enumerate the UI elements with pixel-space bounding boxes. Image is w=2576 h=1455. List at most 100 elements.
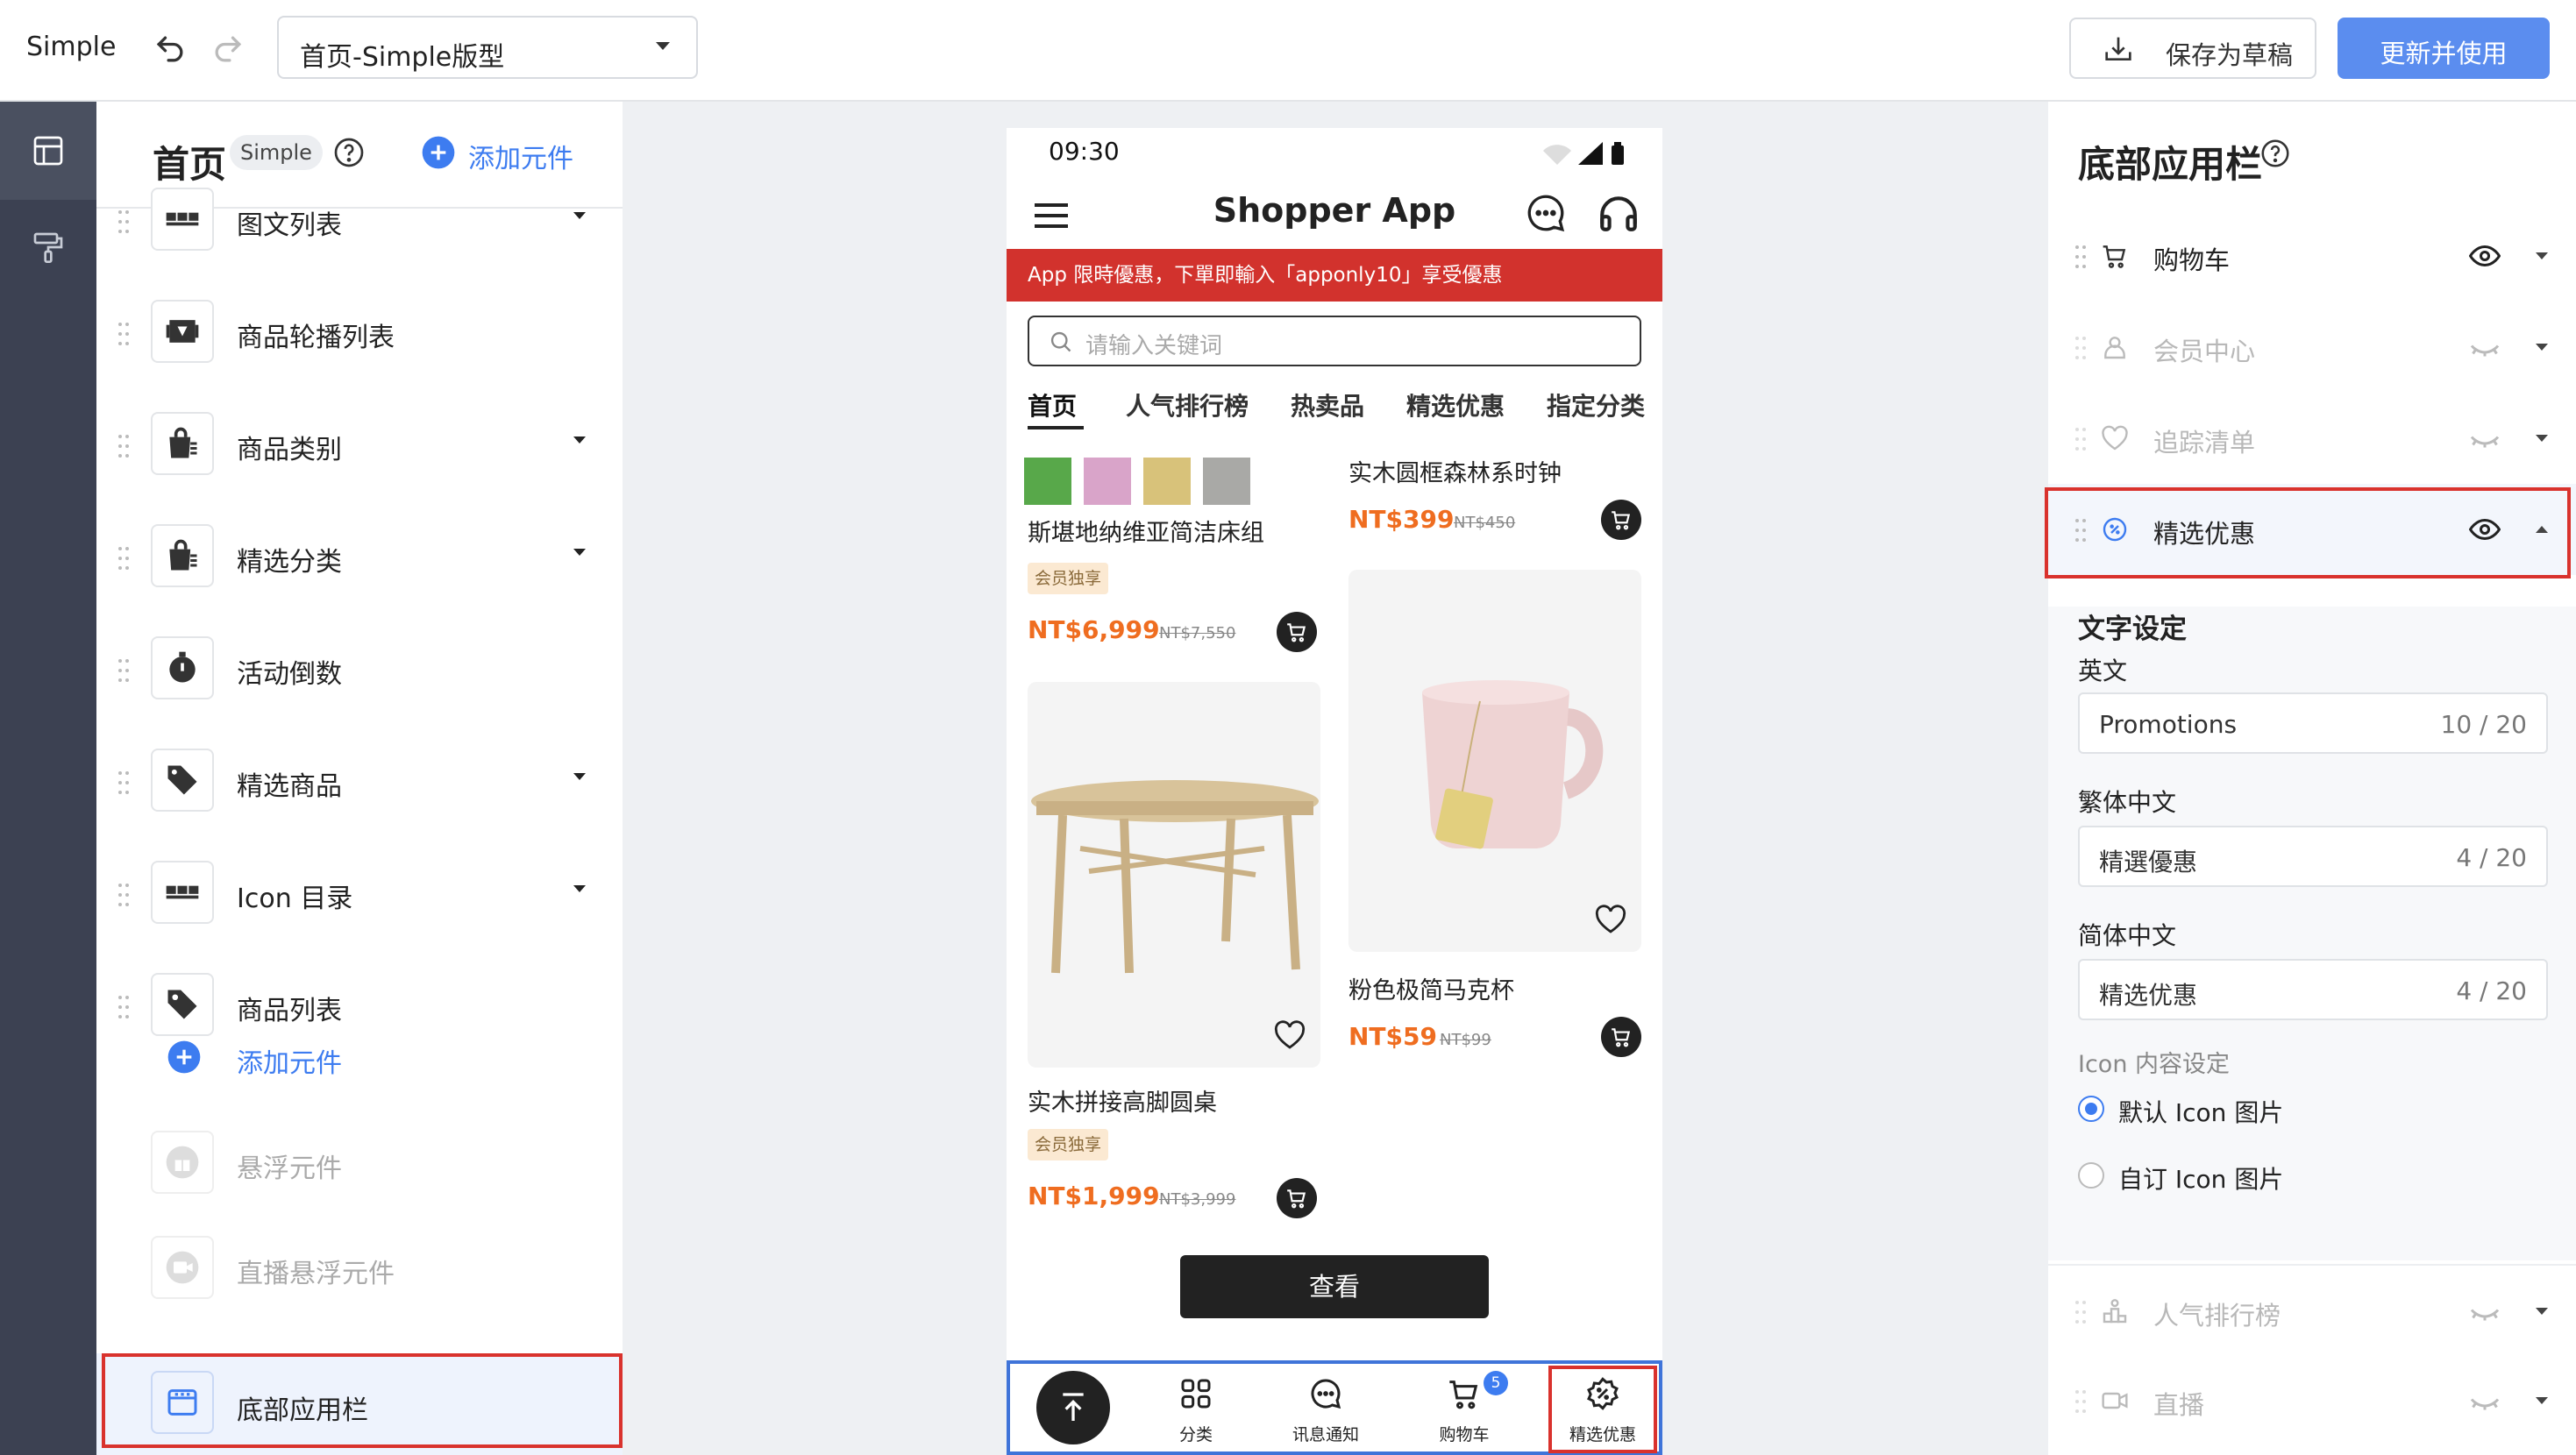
help-icon[interactable]	[2259, 137, 2292, 170]
product-original-price: NT$3,999	[1159, 1190, 1236, 1209]
product-original-price: NT$99	[1440, 1031, 1491, 1049]
search-input[interactable]: 请输入关键词	[1028, 316, 1641, 366]
drag-handle-icon	[118, 771, 129, 794]
product-image-mug[interactable]	[1348, 570, 1641, 952]
add-to-cart-button[interactable]	[1277, 612, 1317, 652]
english-text-input[interactable]: Promotions 10 / 20	[2078, 692, 2548, 754]
bar-item-live[interactable]: 直播	[2048, 1355, 2576, 1446]
component-label: Icon 目录	[237, 884, 353, 914]
drag-handle-icon	[2075, 428, 2086, 451]
drag-handle-icon	[118, 323, 129, 345]
simplified-chinese-input[interactable]: 精选优惠 4 / 20	[2078, 959, 2548, 1020]
product-title: 斯堪地纳维亚简洁床组	[1028, 520, 1264, 547]
add-component-bottom-button[interactable]: 添加元件	[96, 1015, 623, 1120]
component-row[interactable]: Icon 目录	[96, 850, 623, 955]
drag-handle-icon	[2075, 1390, 2086, 1413]
tabbar-cart[interactable]: 购物车 5	[1412, 1369, 1517, 1448]
chevron-down-icon[interactable]	[573, 773, 586, 780]
back-to-top-button[interactable]	[1036, 1371, 1110, 1444]
color-swatch[interactable]	[1084, 458, 1131, 505]
icon-settings-heading: Icon 内容设定	[2078, 1051, 2231, 1078]
bar-item-member[interactable]: 会员中心	[2048, 302, 2576, 393]
add-component-label: 添加元件	[468, 144, 573, 174]
chevron-down-icon[interactable]	[2536, 435, 2548, 442]
floating-component-row[interactable]: 悬浮元件	[96, 1120, 623, 1225]
component-row[interactable]: 商品轮播列表	[96, 289, 623, 394]
bar-item-label: 追踪清单	[2153, 428, 2256, 458]
ranking-icon	[2103, 1299, 2127, 1324]
bar-item-wishlist[interactable]: 追踪清单	[2048, 393, 2576, 484]
page-template-select[interactable]: 首页-Simple版型	[277, 16, 698, 79]
tabbar-category[interactable]: 分类	[1143, 1369, 1249, 1448]
add-to-cart-button[interactable]	[1601, 1017, 1641, 1057]
headset-icon[interactable]	[1596, 191, 1641, 235]
rail-layout-tab[interactable]	[0, 102, 96, 200]
tab-categories[interactable]: 指定分类	[1547, 387, 1645, 422]
icon-settings: Icon 内容设定 默认 Icon 图片 自订 Icon 图片	[2048, 1045, 2576, 1260]
search-placeholder: 请输入关键词	[1085, 333, 1223, 359]
tabbar-messages[interactable]: 讯息通知	[1273, 1369, 1378, 1448]
tab-hot-sale[interactable]: 热卖品	[1291, 387, 1364, 422]
heart-icon	[1274, 1020, 1306, 1049]
component-row[interactable]: 活动倒数	[96, 626, 623, 731]
help-icon[interactable]	[331, 135, 366, 170]
add-to-cart-button[interactable]	[1277, 1178, 1317, 1218]
component-row[interactable]: 图文列表	[96, 177, 623, 282]
save-draft-button[interactable]: 保存为草稿	[2069, 18, 2316, 79]
tab-home[interactable]: 首页	[1028, 387, 1077, 422]
cart-count-badge: 5	[1484, 1371, 1508, 1395]
bottom-bar-component-row[interactable]: 底部应用栏	[96, 1353, 623, 1455]
chat-icon[interactable]	[1524, 191, 1568, 235]
chevron-down-icon[interactable]	[2536, 252, 2548, 259]
chevron-down-icon[interactable]	[573, 436, 586, 444]
chevron-down-icon[interactable]	[2536, 1308, 2548, 1315]
component-label: 商品类别	[237, 435, 342, 465]
update-and-use-button[interactable]: 更新并使用	[2338, 18, 2550, 79]
chat-bubble-icon	[1311, 1379, 1341, 1409]
grid-icon	[151, 861, 214, 924]
left-rail	[0, 102, 96, 1455]
bar-item-cart[interactable]: 购物车	[2048, 210, 2576, 302]
bar-item-ranking[interactable]: 人气排行榜	[2048, 1264, 2576, 1355]
component-row[interactable]: 精选分类	[96, 514, 623, 619]
component-row[interactable]: 精选商品	[96, 738, 623, 843]
traditional-chinese-label: 繁体中文	[2078, 788, 2177, 817]
tab-popular[interactable]: 人气排行榜	[1126, 387, 1249, 422]
settings-panel-title: 底部应用栏	[2078, 143, 2263, 186]
promo-banner[interactable]: App 限時優惠，下單即輸入「apponly10」享受優惠	[1007, 249, 1662, 302]
add-component-button[interactable]: 添加元件	[421, 135, 573, 174]
chevron-down-icon[interactable]	[2536, 1397, 2548, 1404]
component-row[interactable]: 商品类别	[96, 401, 623, 507]
default-icon-radio[interactable]	[2078, 1096, 2104, 1122]
color-swatch[interactable]	[1143, 458, 1191, 505]
live-floating-component-row[interactable]: 直播悬浮元件	[96, 1225, 623, 1331]
chevron-down-icon[interactable]	[2536, 344, 2548, 351]
chevron-down-icon[interactable]	[573, 885, 586, 892]
tab-promotions[interactable]: 精选优惠	[1406, 387, 1505, 422]
save-draft-label: 保存为草稿	[2166, 40, 2294, 70]
add-to-cart-button[interactable]	[1601, 500, 1641, 540]
color-swatch[interactable]	[1024, 458, 1071, 505]
component-label: 活动倒数	[237, 659, 342, 690]
traditional-chinese-input[interactable]: 精選優惠 4 / 20	[2078, 826, 2548, 887]
english-value: Promotions	[2099, 710, 2238, 739]
product-image-table[interactable]	[1028, 682, 1320, 1068]
bar-item-label: 直播	[2153, 1390, 2205, 1420]
drag-handle-icon	[2075, 337, 2086, 359]
eye-closed-icon	[2470, 1398, 2500, 1410]
selected-item-highlight	[2045, 487, 2571, 578]
status-time: 09:30	[1049, 137, 1120, 166]
custom-icon-radio[interactable]	[2078, 1162, 2104, 1189]
download-icon	[2101, 32, 2136, 67]
color-swatch[interactable]	[1203, 458, 1250, 505]
redo-icon[interactable]	[209, 30, 247, 68]
paint-roller-icon[interactable]	[31, 230, 66, 265]
chevron-down-icon[interactable]	[573, 212, 586, 219]
undo-icon[interactable]	[151, 30, 189, 68]
active-tab-indicator	[1028, 426, 1084, 429]
member-tag: 会员独享	[1028, 1129, 1109, 1160]
chevron-down-icon[interactable]	[573, 549, 586, 556]
drag-handle-icon	[2075, 245, 2086, 268]
view-more-button[interactable]: 查看	[1180, 1255, 1489, 1318]
drag-handle-icon	[118, 435, 129, 458]
